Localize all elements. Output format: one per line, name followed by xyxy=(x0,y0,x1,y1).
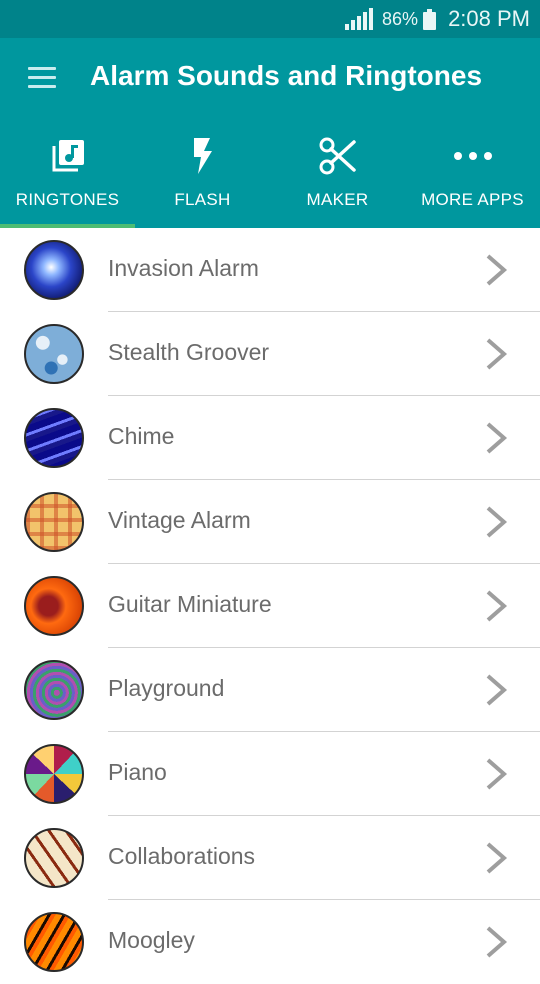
ringtone-name: Stealth Groover xyxy=(108,339,270,365)
ringtone-thumbnail xyxy=(24,660,84,720)
ringtone-item-moogley[interactable]: Moogley xyxy=(0,900,540,984)
battery-icon xyxy=(423,8,437,30)
ringtone-name: Playground xyxy=(108,675,225,701)
more-horizontal-icon xyxy=(453,136,493,176)
scissors-icon xyxy=(318,136,358,176)
chevron-right-icon xyxy=(486,254,508,286)
ringtone-name: Collaborations xyxy=(108,843,256,869)
ringtone-item-playground[interactable]: Playground xyxy=(0,648,540,732)
hamburger-menu-icon[interactable] xyxy=(28,67,56,89)
status-time: 2:08 PM xyxy=(448,6,530,31)
tab-bar: RINGTONES FLASH MAKER MORE APPS xyxy=(0,120,540,228)
ringtone-thumbnail xyxy=(24,324,84,384)
ringtone-thumbnail xyxy=(24,576,84,636)
chevron-right-icon xyxy=(486,842,508,874)
ringtone-item-guitar-miniature[interactable]: Guitar Miniature xyxy=(0,564,540,648)
ringtone-name: Chime xyxy=(108,423,175,449)
tab-more-apps[interactable]: MORE APPS xyxy=(405,120,540,228)
chevron-right-icon xyxy=(486,590,508,622)
tab-label-maker: MAKER xyxy=(306,190,369,209)
ringtone-name: Vintage Alarm xyxy=(108,507,251,533)
ringtone-name: Piano xyxy=(108,759,167,785)
chevron-right-icon xyxy=(486,506,508,538)
app-bar: Alarm Sounds and Ringtones xyxy=(0,38,540,120)
ringtone-thumbnail xyxy=(24,744,84,804)
ringtone-list: Invasion Alarm Stealth Groover Chime Vin… xyxy=(0,228,540,984)
status-indicators: 86% 2:08 PM xyxy=(343,0,530,38)
ringtone-item-stealth-groover[interactable]: Stealth Groover xyxy=(0,312,540,396)
tab-label-more-apps: MORE APPS xyxy=(421,190,524,209)
ringtone-item-invasion-alarm[interactable]: Invasion Alarm xyxy=(0,228,540,312)
chevron-right-icon xyxy=(486,674,508,706)
ringtone-thumbnail xyxy=(24,240,84,300)
tab-ringtones[interactable]: RINGTONES xyxy=(0,120,135,228)
status-bar: 86% 2:08 PM xyxy=(0,0,540,38)
tab-label-ringtones: RINGTONES xyxy=(15,190,120,209)
ringtone-item-piano[interactable]: Piano xyxy=(0,732,540,816)
ringtone-item-vintage-alarm[interactable]: Vintage Alarm xyxy=(0,480,540,564)
ringtone-item-collaborations[interactable]: Collaborations xyxy=(0,816,540,900)
battery-percent: 86% xyxy=(382,8,419,29)
ringtone-name: Invasion Alarm xyxy=(108,255,259,281)
ringtone-item-chime[interactable]: Chime xyxy=(0,396,540,480)
ringtone-thumbnail xyxy=(24,492,84,552)
chevron-right-icon xyxy=(486,422,508,454)
chevron-right-icon xyxy=(486,758,508,790)
chevron-right-icon xyxy=(486,338,508,370)
tab-flash[interactable]: FLASH xyxy=(135,120,270,228)
music-library-icon xyxy=(49,136,87,176)
ringtone-thumbnail xyxy=(24,828,84,888)
ringtone-name: Guitar Miniature xyxy=(108,591,272,617)
signal-strength-icon xyxy=(343,8,374,30)
app-title: Alarm Sounds and Ringtones xyxy=(90,60,483,91)
tab-label-flash: FLASH xyxy=(174,190,231,209)
ringtone-name: Moogley xyxy=(108,927,195,953)
ringtone-thumbnail xyxy=(24,912,84,972)
ringtone-thumbnail xyxy=(24,408,84,468)
chevron-right-icon xyxy=(486,926,508,958)
tab-maker[interactable]: MAKER xyxy=(270,120,405,228)
flash-icon xyxy=(190,136,216,176)
